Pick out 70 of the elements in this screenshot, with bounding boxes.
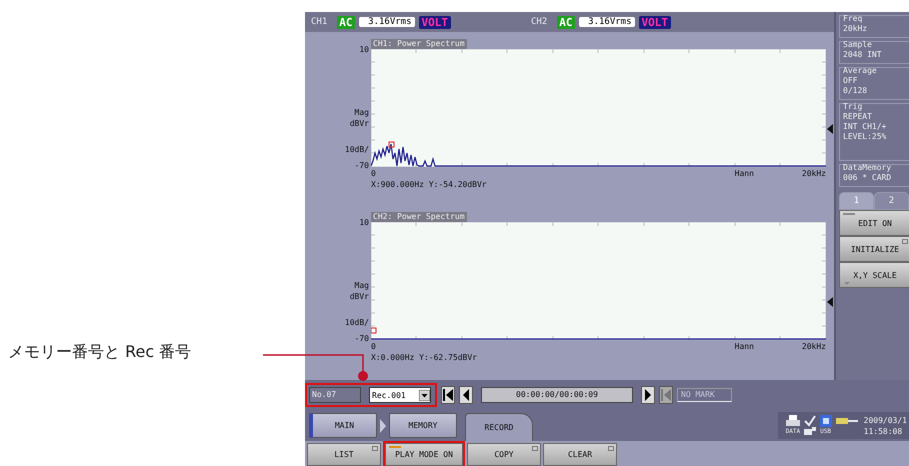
range-field: 3.16Vrms bbox=[578, 17, 635, 27]
record-dropdown[interactable]: Rec.001 bbox=[369, 387, 431, 403]
window-label: Hann bbox=[734, 168, 754, 178]
function-button[interactable]: LIST bbox=[307, 443, 381, 466]
dropdown-arrow-icon bbox=[419, 390, 430, 400]
nav-tab[interactable]: MAIN bbox=[309, 413, 377, 438]
scale-label: 10dB/ bbox=[344, 145, 369, 155]
card-icon bbox=[820, 414, 832, 426]
check-icon bbox=[804, 414, 816, 426]
mark-jump-icon bbox=[661, 389, 671, 401]
setting-value: 2048 INT bbox=[843, 50, 883, 60]
network-icon bbox=[804, 426, 816, 436]
setting-value: INT CH1/+ bbox=[843, 122, 888, 132]
setting-value: LEVEL:25% bbox=[843, 132, 888, 142]
time-field: 00:00:00/00:00:09 bbox=[481, 387, 633, 403]
axis-label: -70 bbox=[354, 334, 369, 344]
unit-badge: VOLT bbox=[418, 16, 452, 28]
function-button[interactable]: COPY bbox=[467, 443, 541, 466]
mark-field: NO MARK bbox=[677, 388, 732, 402]
step-forward-icon bbox=[645, 389, 651, 401]
channel-label: CH2 bbox=[531, 17, 548, 27]
function-button[interactable]: CLEAR bbox=[543, 443, 617, 466]
range-field: 3.16Vrms bbox=[358, 17, 415, 27]
unit-badge: VOLT bbox=[638, 16, 672, 28]
axis-title: Mag dBVr bbox=[350, 107, 369, 129]
setting-label: DataMemory bbox=[843, 163, 892, 173]
time-text: 11:58:08 bbox=[864, 426, 904, 436]
setting-value: REPEAT bbox=[843, 112, 873, 122]
setting-label: Average bbox=[843, 66, 878, 76]
scale-label: 10dB/ bbox=[344, 318, 369, 328]
step-back-button[interactable] bbox=[459, 386, 473, 404]
breadcrumb-arrow-icon bbox=[380, 418, 386, 432]
axis-label: 10 bbox=[359, 45, 369, 55]
usb-plug-icon bbox=[836, 416, 858, 424]
step-back-icon bbox=[463, 389, 469, 401]
axis-label: 20kHz bbox=[802, 168, 826, 178]
axis-title: Mag dBVr bbox=[350, 280, 369, 302]
axis-label: 0 bbox=[371, 168, 376, 178]
setting-value: OFF bbox=[843, 76, 858, 86]
memory-number-field: No.07 bbox=[309, 387, 361, 403]
skip-start-icon bbox=[443, 389, 453, 401]
function-button[interactable]: PLAY MODE ON bbox=[385, 443, 463, 466]
nav-tab[interactable]: RECORD bbox=[465, 413, 533, 441]
side-button[interactable]: X,Y SCALE bbox=[839, 262, 909, 288]
window-label: Hann bbox=[734, 342, 754, 350]
coupling-badge: AC bbox=[337, 16, 355, 28]
setting-label: Trig bbox=[843, 102, 864, 112]
cursor-readout: X:900.000Hz Y:-54.20dBVr bbox=[371, 179, 488, 191]
setting-label: Freq bbox=[843, 14, 864, 24]
axis-label: 10 bbox=[359, 218, 369, 228]
channel-label: CH1 bbox=[311, 17, 328, 27]
annotation-label: メモリー番号と Rec 番号 bbox=[8, 342, 192, 361]
axis-label: 0 bbox=[371, 342, 376, 350]
side-button[interactable]: EDIT ON bbox=[839, 210, 909, 236]
axis-label: 20kHz bbox=[802, 342, 826, 350]
side-button[interactable]: INITIALIZE bbox=[839, 236, 909, 262]
printer-icon bbox=[786, 414, 800, 426]
plot-title: CH1: Power Spectrum bbox=[371, 39, 467, 49]
step-forward-button[interactable] bbox=[641, 386, 655, 404]
setting-value: 0/128 bbox=[843, 86, 868, 96]
date-text: 2009/03/1 bbox=[864, 414, 907, 426]
setting-label: Sample bbox=[843, 40, 873, 50]
coupling-badge: AC bbox=[557, 16, 575, 28]
setting-value: 006 * CARD bbox=[843, 173, 892, 183]
cursor-readout: X:0.000Hz Y:-62.75dBVr bbox=[371, 352, 478, 364]
plot-title: CH2: Power Spectrum bbox=[371, 212, 467, 222]
skip-start-button[interactable] bbox=[441, 386, 455, 404]
nav-tab[interactable]: MEMORY bbox=[389, 413, 457, 438]
axis-label: -70 bbox=[354, 161, 369, 171]
setting-value: 20kHz bbox=[843, 24, 868, 34]
